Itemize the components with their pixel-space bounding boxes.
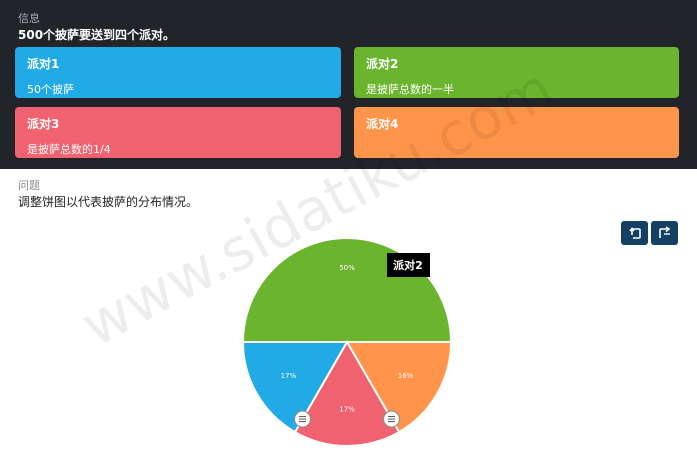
question-title: 问题 xyxy=(18,179,40,192)
party-card-title: 派对4 xyxy=(366,117,399,131)
info-panel: 信息 500个披萨要送到四个派对。 派对1 50个披萨 派对2 是披萨总数的一半… xyxy=(0,0,697,169)
info-description: 500个披萨要送到四个派对。 xyxy=(18,28,176,42)
undo-button[interactable] xyxy=(621,221,648,245)
undo-icon xyxy=(628,227,641,239)
redo-icon xyxy=(658,226,670,238)
pie-slice[interactable] xyxy=(241,237,453,343)
slice-drag-handle[interactable] xyxy=(293,410,312,428)
party-card-1: 派对1 50个披萨 xyxy=(15,47,341,98)
redo-button[interactable] xyxy=(651,221,678,245)
party-card-2: 派对2 是披萨总数的一半 xyxy=(354,47,679,98)
party-card-title: 派对1 xyxy=(27,57,60,71)
question-description: 调整饼图以代表披萨的分布情况。 xyxy=(18,195,199,209)
party-card-description: 50个披萨 xyxy=(27,83,74,96)
info-title: 信息 xyxy=(18,12,40,25)
slice-drag-handle[interactable] xyxy=(382,410,401,428)
party-card-4: 派对4 xyxy=(354,107,679,158)
party-card-3: 派对3 是披萨总数的1/4 xyxy=(15,107,341,158)
party-card-title: 派对3 xyxy=(27,117,60,131)
party-card-title: 派对2 xyxy=(366,57,399,71)
party-card-description: 是披萨总数的一半 xyxy=(366,83,454,96)
pie-slices xyxy=(241,237,453,447)
party-card-description: 是披萨总数的1/4 xyxy=(27,143,111,156)
